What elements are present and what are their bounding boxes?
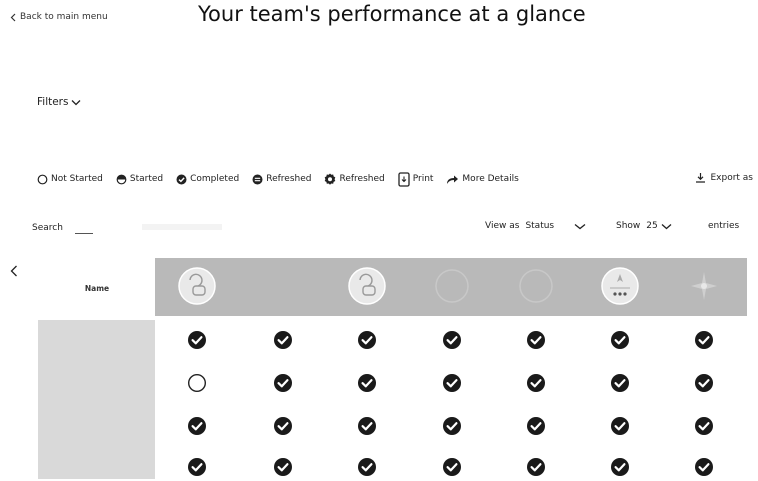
chevron-down-icon <box>72 99 81 105</box>
search-box: Search <box>32 221 93 234</box>
check-circle-icon[interactable] <box>442 457 462 477</box>
chevron-down-icon <box>661 223 672 229</box>
entries-label: entries <box>708 221 740 231</box>
show-entries-select[interactable]: Show 25 <box>616 221 672 231</box>
chevron-left-icon <box>10 13 16 21</box>
chevron-down-icon <box>574 223 586 229</box>
check-circle-icon[interactable] <box>357 457 377 477</box>
check-circle-icon[interactable] <box>357 416 377 436</box>
check-circle-icon[interactable] <box>526 416 546 436</box>
check-circle-icon[interactable] <box>610 373 630 393</box>
check-circle-icon[interactable] <box>442 416 462 436</box>
name-column <box>38 320 155 479</box>
check-circle-icon[interactable] <box>526 373 546 393</box>
view-as-label: View as <box>485 221 520 231</box>
faded-circle-icon[interactable] <box>432 266 472 306</box>
download-icon <box>696 173 706 183</box>
legend-item-refreshed: Refreshed <box>252 174 311 185</box>
check-circle-icon[interactable] <box>187 416 207 436</box>
chevron-left-icon <box>10 265 17 277</box>
check-circle-icon <box>176 174 187 184</box>
filters-label: Filters <box>37 96 69 108</box>
filters-dropdown[interactable]: Filters <box>37 96 81 108</box>
name-column-header[interactable]: Name <box>40 258 154 318</box>
refresh-badge-icon <box>325 173 336 185</box>
scroll-left-button[interactable] <box>10 262 18 281</box>
check-circle-icon[interactable] <box>610 457 630 477</box>
check-circle-icon[interactable] <box>526 330 546 350</box>
more-details-link[interactable]: More Details <box>446 174 519 185</box>
legend-item-started: Started <box>116 174 163 185</box>
check-circle-icon[interactable] <box>357 373 377 393</box>
touch-hand-icon[interactable] <box>347 266 387 306</box>
circle-outline-icon[interactable] <box>187 373 207 393</box>
check-circle-icon[interactable] <box>694 416 714 436</box>
legend-item-not-started: Not Started <box>37 174 103 185</box>
status-legend: Not Started Started Completed Refreshed … <box>37 171 532 187</box>
sparkle-icon[interactable] <box>684 266 724 306</box>
check-circle-icon[interactable] <box>357 330 377 350</box>
page-title: Your team's performance at a glance <box>198 2 586 26</box>
show-label: Show <box>616 221 641 231</box>
touch-hand-icon[interactable] <box>177 266 217 306</box>
search-hint <box>142 224 222 230</box>
legend-item-refreshed-badge: Refreshed <box>324 173 385 185</box>
check-circle-icon[interactable] <box>273 330 293 350</box>
view-as-value: Status <box>525 221 555 231</box>
circle-outline-icon <box>37 174 48 184</box>
check-circle-icon[interactable] <box>442 330 462 350</box>
back-label: Back to main menu <box>20 12 108 22</box>
check-circle-icon[interactable] <box>694 373 714 393</box>
check-circle-icon[interactable] <box>273 457 293 477</box>
check-circle-icon[interactable] <box>273 416 293 436</box>
legend-item-completed: Completed <box>176 174 239 185</box>
search-input[interactable] <box>74 221 93 234</box>
check-circle-icon[interactable] <box>694 330 714 350</box>
back-to-main-menu-link[interactable]: Back to main menu <box>10 12 108 22</box>
share-arrow-icon <box>447 175 459 184</box>
check-circle-icon[interactable] <box>273 373 293 393</box>
table-header-row <box>155 258 747 316</box>
half-circle-icon <box>116 174 127 184</box>
check-circle-icon[interactable] <box>442 373 462 393</box>
print-icon <box>398 171 410 187</box>
show-value: 25 <box>646 221 658 231</box>
export-as-button[interactable]: Export as <box>695 172 753 183</box>
person-dots-icon[interactable] <box>600 266 640 306</box>
refresh-circle-icon <box>252 174 263 184</box>
check-circle-icon[interactable] <box>610 330 630 350</box>
check-circle-icon[interactable] <box>610 416 630 436</box>
print-button[interactable]: Print <box>398 171 433 187</box>
check-circle-icon[interactable] <box>694 457 714 477</box>
faded-circle-icon[interactable] <box>516 266 556 306</box>
export-label: Export as <box>710 172 753 183</box>
view-as-select[interactable]: View as Status <box>485 221 586 231</box>
check-circle-icon[interactable] <box>187 330 207 350</box>
check-circle-icon[interactable] <box>526 457 546 477</box>
search-label: Search <box>32 222 63 233</box>
check-circle-icon[interactable] <box>187 457 207 477</box>
